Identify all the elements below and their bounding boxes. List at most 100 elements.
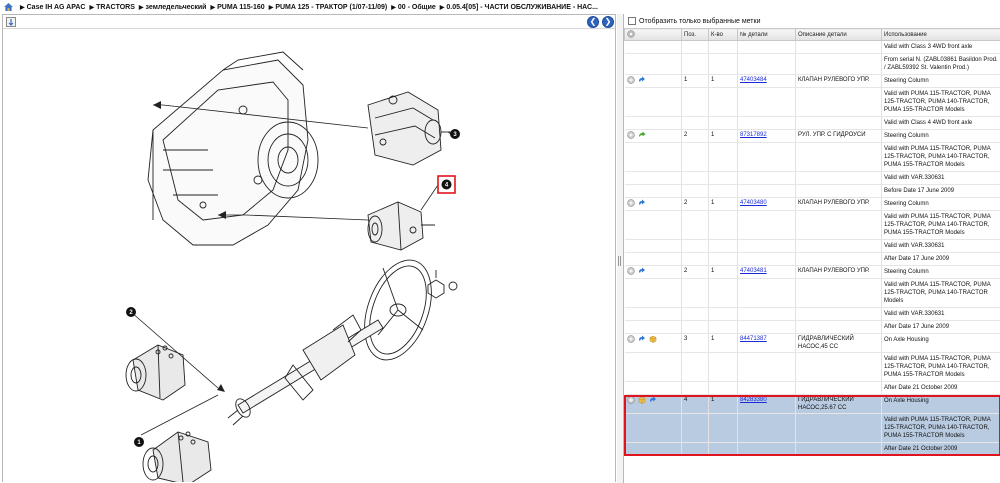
cell-qty: 1 (708, 333, 738, 353)
cell-part-number (737, 40, 796, 54)
cell-qty (708, 307, 738, 321)
breadcrumb-item[interactable]: PUMA 125 - ТРАКТОР (1/07-11/09) (275, 4, 387, 11)
table-row-usage[interactable]: Valid with VAR.330631 (624, 239, 1000, 253)
replacement-arrow-icon[interactable] (638, 76, 646, 84)
row-icon-group (626, 267, 680, 275)
replacement-arrow-icon[interactable] (638, 335, 646, 343)
detail-circle-icon[interactable] (626, 76, 635, 84)
detail-circle-icon[interactable] (626, 267, 635, 275)
cell-usage: Valid with PUMA 115-TRACTOR, PUMA 125-TR… (881, 278, 1000, 308)
breadcrumb-item[interactable]: PUMA 115-160 (217, 4, 265, 11)
table-row-usage[interactable]: Valid with PUMA 115-TRACTOR, PUMA 125-TR… (624, 142, 1000, 172)
breadcrumb-separator-icon: ▶ (138, 4, 144, 11)
table-row-usage[interactable]: Valid with PUMA 115-TRACTOR, PUMA 125-TR… (624, 210, 1000, 240)
drawing-tool-icon[interactable] (6, 17, 16, 27)
detail-circle-icon[interactable] (626, 199, 635, 207)
table-row[interactable]: 3 1 84471387 ГИДРАВЛИЧЕСКИЙ НАСОС,45 CC On A… (624, 333, 1000, 353)
table-row-usage[interactable]: Valid with Class 4 4WD front axle (624, 116, 1000, 130)
detail-circle-icon[interactable] (626, 396, 635, 404)
replacement-arrow-icon[interactable] (638, 267, 646, 275)
table-row[interactable]: 1 1 47403484 КЛАПАН РУЛЕВОГО УПР. Steering C… (624, 74, 1000, 88)
cell-description (795, 442, 882, 456)
col-header-pos[interactable]: Поз. (681, 28, 709, 41)
detail-circle-icon[interactable] (626, 335, 635, 343)
breadcrumb-item[interactable]: 0.05.4[05] - ЧАСТИ ОБСЛУЖИВАНИЕ - НАС... (446, 4, 598, 11)
col-header-description[interactable]: Описание детали (795, 28, 882, 41)
part-number-link[interactable]: 84471387 (740, 336, 767, 342)
row-actions (624, 53, 682, 75)
part-number-link[interactable]: 87317892 (740, 132, 767, 138)
table-row-usage[interactable]: After Date 21 October 2009 (624, 442, 1000, 456)
part-number-link[interactable]: 84283380 (740, 397, 767, 403)
col-header-qty[interactable]: К-во (708, 28, 738, 41)
row-actions (624, 394, 682, 414)
arrow-left-icon[interactable]: ❮ (587, 16, 599, 28)
home-icon[interactable] (4, 3, 13, 11)
table-row[interactable]: 2 1 47403480 КЛАПАН РУЛЕВОГО УПР. Steering C… (624, 197, 1000, 211)
splitter-grip[interactable] (618, 256, 621, 266)
breadcrumb-item[interactable]: Case IH AG APAC (27, 4, 86, 11)
cell-part-number (737, 381, 796, 395)
breadcrumb-separator-icon: ▶ (439, 4, 445, 11)
table-row-usage[interactable]: After Date 17 June 2009 (624, 252, 1000, 266)
table-row-usage[interactable]: After Date 21 October 2009 (624, 381, 1000, 395)
cell-qty: 1 (708, 394, 738, 414)
replacement-arrow-icon[interactable] (649, 396, 657, 404)
cell-description (795, 413, 882, 443)
cell-qty (708, 171, 738, 185)
part-number-link[interactable]: 47403480 (740, 200, 767, 206)
steering-valve-2-drawing (125, 344, 186, 401)
table-row-usage[interactable]: Valid with VAR.330631 (624, 307, 1000, 321)
cell-description (795, 239, 882, 253)
cell-description (795, 381, 882, 395)
cell-part-number: 84283380 (737, 394, 796, 414)
parts-table: Поз. К-во № детали Описание детали Испол… (624, 28, 1000, 456)
show-selected-label[interactable]: Отобразить только выбранные метки (639, 18, 760, 25)
package-box-icon[interactable] (638, 396, 646, 404)
cell-usage: Valid with PUMA 115-TRACTOR, PUMA 125-TR… (881, 142, 1000, 172)
breadcrumb-item[interactable]: TRACTORS (96, 4, 135, 11)
detail-circle-icon[interactable] (626, 131, 635, 139)
row-actions (624, 413, 682, 443)
cell-pos (681, 352, 709, 382)
col-header-usage[interactable]: Использование (881, 28, 1000, 41)
cell-qty: 1 (708, 74, 738, 88)
table-row-usage[interactable]: After Date 17 June 2009 (624, 320, 1000, 334)
cell-usage: Steering Column (881, 74, 1000, 88)
table-row[interactable]: 4 1 84283380 ГИДРАВЛИЧЕСКИЙ НАСОС,25.67 CC O… (624, 394, 1000, 414)
table-row-usage[interactable]: Valid with PUMA 115-TRACTOR, PUMA 125-TR… (624, 278, 1000, 308)
table-row-usage[interactable]: Before Date 17 June 2009 (624, 184, 1000, 198)
table-row-usage[interactable]: Valid with PUMA 115-TRACTOR, PUMA 125-TR… (624, 87, 1000, 117)
row-actions (624, 442, 682, 456)
table-row-usage[interactable]: From serial N. (ZABL03861 Basildon Prod.… (624, 53, 1000, 75)
package-box-icon[interactable] (649, 335, 657, 343)
replacement-arrow-icon[interactable] (638, 199, 646, 207)
show-selected-checkbox[interactable] (628, 17, 636, 25)
settings-circle-icon[interactable] (627, 29, 635, 38)
cell-qty: 1 (708, 197, 738, 211)
steering-wheel-drawing (364, 259, 432, 361)
col-header-part-number[interactable]: № детали (737, 28, 796, 41)
table-row[interactable]: 2 1 47403481 КЛАПАН РУЛЕВОГО УПР. Steering C… (624, 265, 1000, 279)
breadcrumb-separator-icon: ▶ (391, 4, 396, 11)
cell-qty (708, 381, 738, 395)
table-row-usage[interactable]: Valid with Class 3 4WD front axle (624, 40, 1000, 54)
cell-usage: After Date 17 June 2009 (881, 252, 1000, 266)
part-number-link[interactable]: 47403481 (740, 268, 767, 274)
cell-usage: Valid with VAR.330631 (881, 239, 1000, 253)
breadcrumb-item[interactable]: земледельческий (146, 4, 207, 11)
cell-qty (708, 87, 738, 117)
cell-description (795, 116, 882, 130)
part-number-link[interactable]: 47403484 (740, 77, 767, 83)
breadcrumb-item[interactable]: 00 - Общие (398, 4, 436, 11)
table-row-usage[interactable]: Valid with PUMA 115-TRACTOR, PUMA 125-TR… (624, 413, 1000, 443)
arrow-right-icon[interactable]: ❯ (602, 16, 614, 28)
table-row-usage[interactable]: Valid with VAR.330631 (624, 171, 1000, 185)
table-row-usage[interactable]: Valid with PUMA 115-TRACTOR, PUMA 125-TR… (624, 352, 1000, 382)
row-actions (624, 381, 682, 395)
row-actions (624, 74, 682, 88)
alternative-arrow-icon[interactable] (638, 131, 646, 139)
table-row[interactable]: 2 1 87317892 РУЛ. УПР. С ГИДРОУСИ Steering C… (624, 129, 1000, 143)
row-icon-group (626, 335, 680, 343)
cell-qty: 1 (708, 265, 738, 279)
